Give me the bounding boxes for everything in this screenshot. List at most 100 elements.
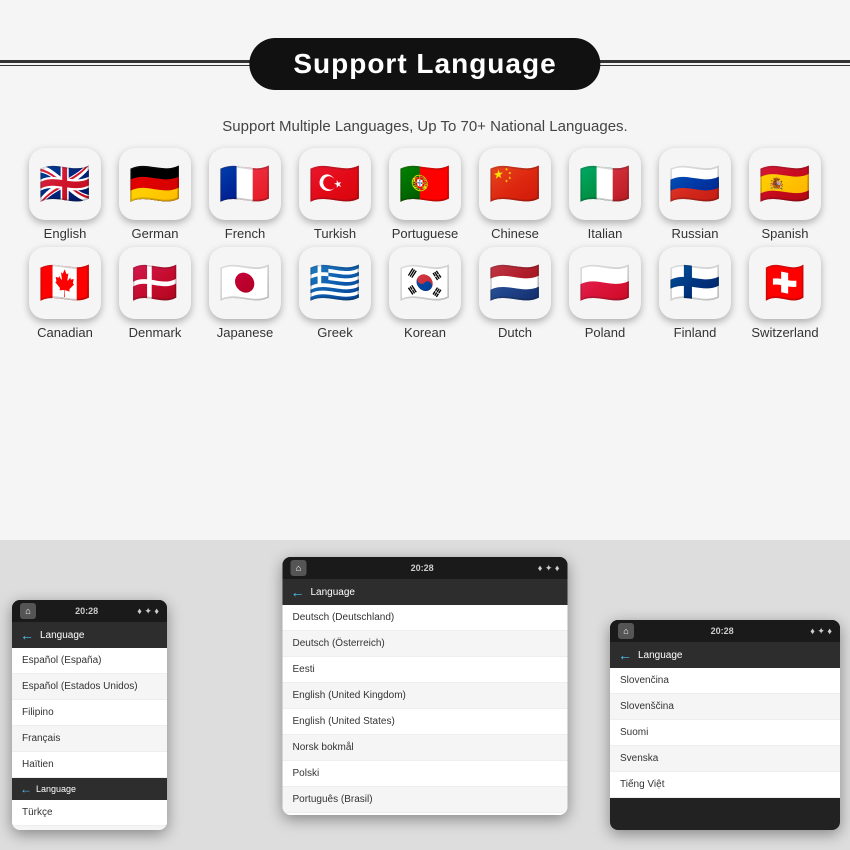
- list-item: Deutsch (Österreich): [283, 631, 568, 657]
- flag-item-korean: 🇰🇷 Korean: [381, 247, 469, 340]
- flag-item-turkish: 🇹🇷 Turkish: [291, 148, 379, 241]
- flag-item-russian: 🇷🇺 Russian: [651, 148, 739, 241]
- list-item: Español (Estados Unidos): [12, 674, 167, 700]
- page-title: Support Language: [249, 38, 600, 90]
- flag-label-english: English: [44, 226, 87, 241]
- flag-label-canadian: Canadian: [37, 325, 93, 340]
- screen-toolbar-center: ← Language: [283, 579, 568, 605]
- screen-right: ⌂ 20:28 ♦ ✦ ♦ ← Language Slovenčina Slov…: [610, 620, 840, 830]
- flag-label-spanish: Spanish: [762, 226, 809, 241]
- list-item: Eesti: [283, 657, 568, 683]
- list-item: Slovenčina: [610, 668, 840, 694]
- list-item: Filipino: [12, 700, 167, 726]
- flag-item-german: 🇩🇪 German: [111, 148, 199, 241]
- flag-label-denmark: Denmark: [129, 325, 182, 340]
- list-item: Português (Brasil): [283, 787, 568, 813]
- flag-icon-switzerland: 🇨🇭: [749, 247, 821, 319]
- screen-left: ⌂ 20:28 ♦ ✦ ♦ ← Language Español (España…: [12, 600, 167, 830]
- list-item: Slovenščina: [610, 694, 840, 720]
- topbar-time-right: 20:28: [711, 626, 734, 636]
- flag-item-portuguese: 🇵🇹 Portuguese: [381, 148, 469, 241]
- flag-icon-russian: 🇷🇺: [659, 148, 731, 220]
- home-icon[interactable]: ⌂: [20, 603, 36, 619]
- flag-icon-poland: 🇵🇱: [569, 247, 641, 319]
- flag-label-japanese: Japanese: [217, 325, 273, 340]
- section-title: Language: [40, 630, 85, 641]
- flag-item-finland: 🇫🇮 Finland: [651, 247, 739, 340]
- screen-list: Español (España) Español (Estados Unidos…: [12, 648, 167, 778]
- list-item: Polski: [283, 761, 568, 787]
- flag-icon-french: 🇫🇷: [209, 148, 281, 220]
- flag-item-spanish: 🇪🇸 Spanish: [741, 148, 829, 241]
- home-icon-center[interactable]: ⌂: [291, 560, 307, 576]
- flag-item-greek: 🇬🇷 Greek: [291, 247, 379, 340]
- flag-label-portuguese: Portuguese: [392, 226, 459, 241]
- flag-label-switzerland: Switzerland: [751, 325, 818, 340]
- flag-item-poland: 🇵🇱 Poland: [561, 247, 649, 340]
- flag-icon-german: 🇩🇪: [119, 148, 191, 220]
- list-item: Español (España): [12, 648, 167, 674]
- list-item: Deutsch (Deutschland): [283, 605, 568, 631]
- flag-icon-finland: 🇫🇮: [659, 247, 731, 319]
- flag-icon-korean: 🇰🇷: [389, 247, 461, 319]
- list-item: Ελληνικά: [12, 826, 167, 830]
- screen-center: ⌂ 20:28 ♦ ✦ ♦ ← Language Deutsch (Deutsc…: [283, 557, 568, 815]
- topbar-time-center: 20:28: [411, 563, 434, 573]
- flag-icon-greek: 🇬🇷: [299, 247, 371, 319]
- list-item: English (United Kingdom): [283, 683, 568, 709]
- back-arrow[interactable]: ←: [20, 627, 34, 643]
- screen-topbar-right: ⌂ 20:28 ♦ ✦ ♦: [610, 620, 840, 642]
- screen-toolbar-right: ← Language: [610, 642, 840, 668]
- flag-icon-turkish: 🇹🇷: [299, 148, 371, 220]
- topbar-time: 20:28: [75, 606, 98, 616]
- flag-item-dutch: 🇳🇱 Dutch: [471, 247, 559, 340]
- flag-icon-portuguese: 🇵🇹: [389, 148, 461, 220]
- screen-list-right: Slovenčina Slovenščina Suomi Svenska Tiế…: [610, 668, 840, 798]
- flag-grid: 🇬🇧 English 🇩🇪 German 🇫🇷 French 🇹🇷 Turkis…: [20, 148, 830, 346]
- screen-list-center: Deutsch (Deutschland) Deutsch (Österreic…: [283, 605, 568, 815]
- list-item: Svenska: [610, 746, 840, 772]
- flag-label-poland: Poland: [585, 325, 625, 340]
- list-item: English (United States): [283, 709, 568, 735]
- inner-back[interactable]: ←: [20, 782, 32, 796]
- screen-topbar-center: ⌂ 20:28 ♦ ✦ ♦: [283, 557, 568, 579]
- flag-label-turkish: Turkish: [314, 226, 356, 241]
- flag-item-chinese: 🇨🇳 Chinese: [471, 148, 559, 241]
- flag-label-german: German: [132, 226, 179, 241]
- flag-item-switzerland: 🇨🇭 Switzerland: [741, 247, 829, 340]
- list-item: Tiếng Việt: [610, 772, 840, 798]
- flag-icon-spanish: 🇪🇸: [749, 148, 821, 220]
- flag-label-korean: Korean: [404, 325, 446, 340]
- topbar-icons: ♦ ✦ ♦: [137, 606, 159, 617]
- list-item: Português (Portugal): [283, 813, 568, 815]
- flag-icon-chinese: 🇨🇳: [479, 148, 551, 220]
- list-item: Haïtien: [12, 752, 167, 778]
- home-icon-right[interactable]: ⌂: [618, 623, 634, 639]
- back-arrow-center[interactable]: ←: [291, 584, 305, 600]
- topbar-icons-right: ♦ ✦ ♦: [810, 626, 832, 637]
- flag-row-1: 🇬🇧 English 🇩🇪 German 🇫🇷 French 🇹🇷 Turkis…: [20, 148, 830, 241]
- back-arrow-right[interactable]: ←: [618, 647, 632, 663]
- subtitle-text: Support Multiple Languages, Up To 70+ Na…: [0, 118, 850, 135]
- flag-label-russian: Russian: [672, 226, 719, 241]
- screen-topbar: ⌂ 20:28 ♦ ✦ ♦: [12, 600, 167, 622]
- screen-toolbar: ← Language: [12, 622, 167, 648]
- flag-row-2: 🇨🇦 Canadian 🇩🇰 Denmark 🇯🇵 Japanese 🇬🇷 Gr…: [20, 247, 830, 340]
- flag-label-french: French: [225, 226, 265, 241]
- list-item: Türkçe: [12, 800, 167, 826]
- flag-icon-english: 🇬🇧: [29, 148, 101, 220]
- flag-item-english: 🇬🇧 English: [21, 148, 109, 241]
- flag-item-italian: 🇮🇹 Italian: [561, 148, 649, 241]
- list-item: Français: [12, 726, 167, 752]
- title-section: Support Language: [249, 38, 600, 90]
- flag-icon-denmark: 🇩🇰: [119, 247, 191, 319]
- flag-label-italian: Italian: [588, 226, 623, 241]
- flag-label-chinese: Chinese: [491, 226, 539, 241]
- flag-icon-canadian: 🇨🇦: [29, 247, 101, 319]
- screen-list-2: Türkçe Ελληνικά Български Қазақ тілі: [12, 800, 167, 830]
- flag-item-denmark: 🇩🇰 Denmark: [111, 247, 199, 340]
- flag-icon-japanese: 🇯🇵: [209, 247, 281, 319]
- section-title-center: Language: [311, 587, 356, 598]
- flag-label-greek: Greek: [317, 325, 352, 340]
- flag-label-finland: Finland: [674, 325, 717, 340]
